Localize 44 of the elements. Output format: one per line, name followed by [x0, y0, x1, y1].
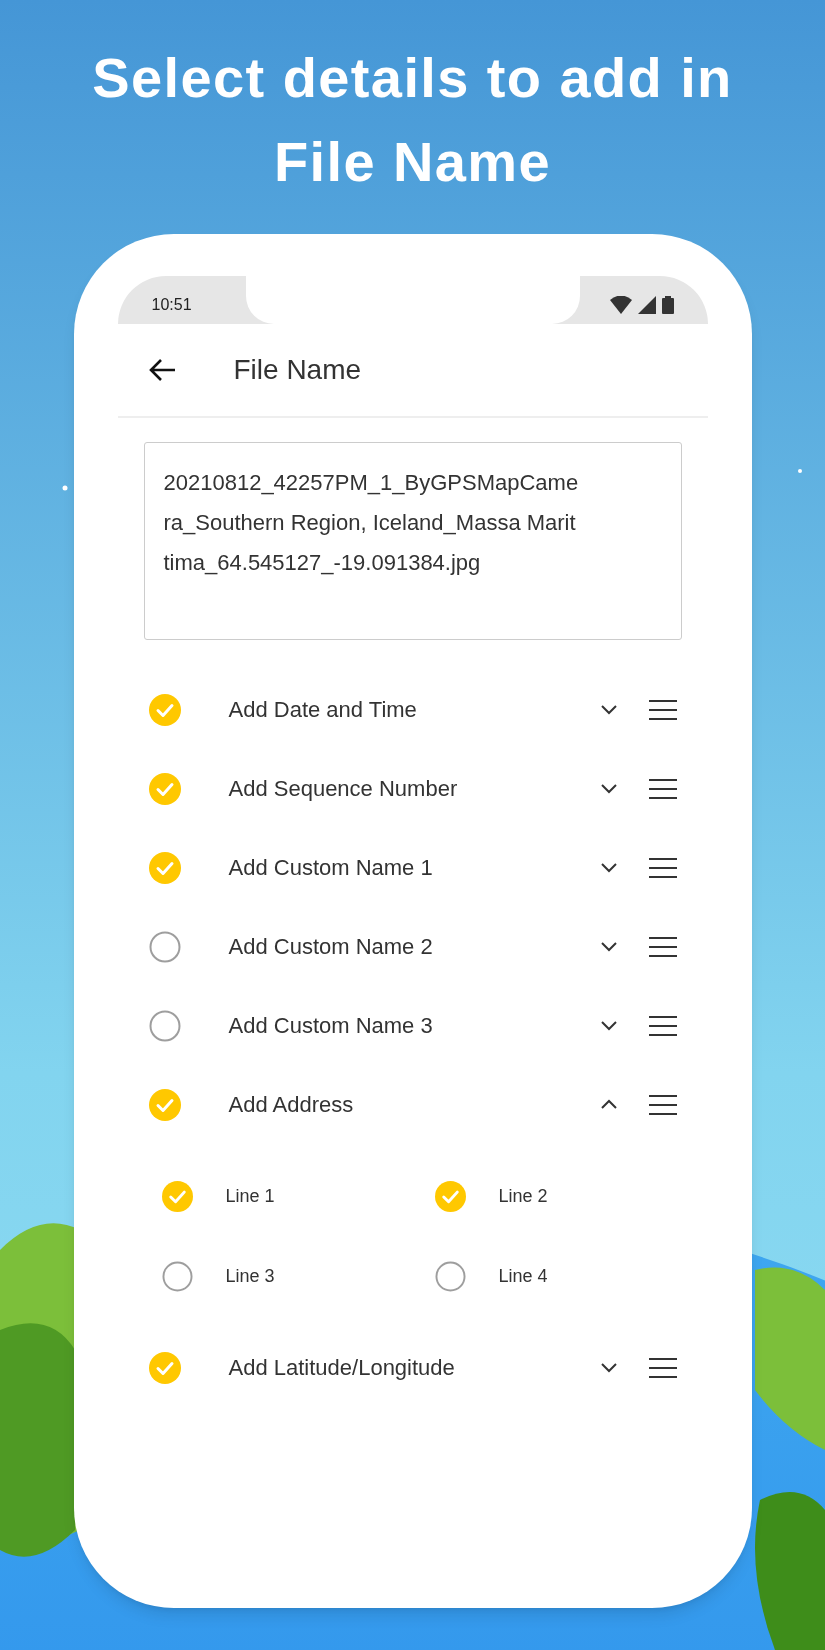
unchecked-circle-icon[interactable] [161, 1260, 193, 1292]
sub-option-label: Line 3 [225, 1264, 275, 1288]
headline: Select details to add in File Name [91, 45, 734, 195]
option-label: Add Date and Time [228, 696, 418, 724]
drag-handle-icon[interactable] [648, 1094, 677, 1115]
chevron-down-icon[interactable] [599, 862, 618, 873]
drag-handle-icon[interactable] [648, 1015, 677, 1036]
battery-icon [661, 296, 674, 314]
checked-circle-icon[interactable] [148, 772, 181, 805]
chevron-down-icon[interactable] [599, 941, 618, 952]
chevron-down-icon[interactable] [599, 704, 618, 715]
unchecked-circle-icon[interactable] [148, 930, 181, 963]
file-name-field[interactable]: 20210812_42257PM_1_ByGPSMapCamera_Southern Region, Iceland_Massa Marittima_64.545127_-19.091384.jpg [143, 442, 682, 640]
wifi-icon [609, 296, 632, 314]
back-arrow-icon[interactable] [147, 358, 176, 382]
chevron-down-icon[interactable] [599, 783, 618, 794]
signal-icon [637, 296, 656, 314]
sub-option-label: Line 4 [498, 1264, 548, 1288]
checked-circle-icon[interactable] [434, 1180, 466, 1212]
chevron-up-icon[interactable] [599, 1099, 618, 1110]
drag-handle-icon[interactable] [648, 778, 677, 799]
checked-circle-icon[interactable] [148, 1088, 181, 1121]
option-label: Add Latitude/Longitude [228, 1354, 456, 1382]
option-label: Add Sequence Number [228, 775, 459, 803]
drag-handle-icon[interactable] [648, 857, 677, 878]
status-time: 10:51 [151, 295, 192, 315]
sub-option-label: Line 2 [498, 1184, 548, 1208]
checked-circle-icon[interactable] [148, 693, 181, 726]
option-label: Add Address [228, 1091, 355, 1119]
chevron-down-icon[interactable] [599, 1020, 618, 1031]
option-label: Add Custom Name 3 [228, 1012, 434, 1040]
drag-handle-icon[interactable] [648, 936, 677, 957]
chevron-down-icon[interactable] [599, 1362, 618, 1373]
drag-handle-icon[interactable] [648, 1357, 677, 1378]
drag-handle-icon[interactable] [648, 699, 677, 720]
unchecked-circle-icon[interactable] [434, 1260, 466, 1292]
option-label: Add Custom Name 2 [228, 933, 434, 961]
sub-option-label: Line 1 [225, 1184, 275, 1208]
option-label: Add Custom Name 1 [228, 854, 434, 882]
screen-title: File Name [233, 353, 362, 387]
unchecked-circle-icon[interactable] [148, 1009, 181, 1042]
checked-circle-icon[interactable] [148, 851, 181, 884]
checked-circle-icon[interactable] [161, 1180, 193, 1212]
checked-circle-icon[interactable] [148, 1351, 181, 1384]
